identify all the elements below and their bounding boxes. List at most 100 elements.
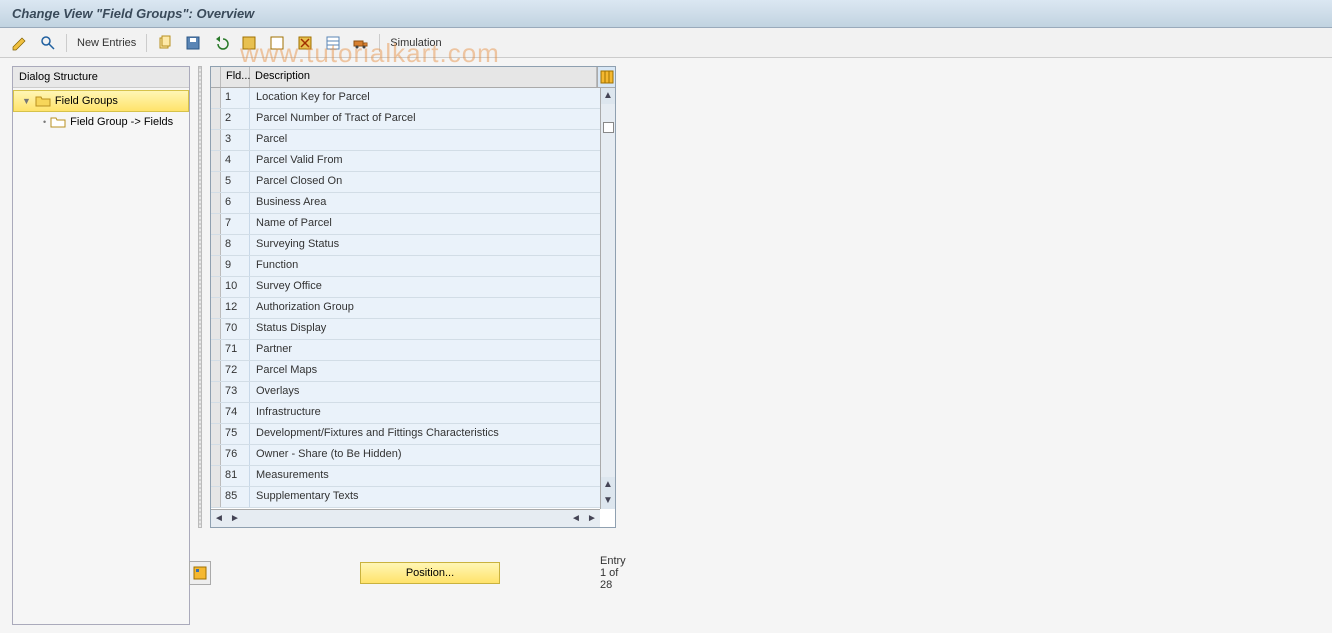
table-row[interactable]: 12Authorization Group: [211, 298, 615, 319]
row-selector[interactable]: [211, 298, 221, 318]
scroll-pageup-button[interactable]: ▲: [601, 477, 615, 493]
cell-desc[interactable]: Parcel Valid From: [250, 151, 615, 171]
cell-desc[interactable]: Development/Fixtures and Fittings Charac…: [250, 424, 615, 444]
row-selector[interactable]: [211, 88, 221, 108]
scroll-right2-button[interactable]: ►: [584, 513, 600, 524]
horizontal-scrollbar[interactable]: ◄ ► ◄ ►: [211, 509, 600, 527]
cell-desc[interactable]: Measurements: [250, 466, 615, 486]
cell-desc[interactable]: Location Key for Parcel: [250, 88, 615, 108]
scroll-down-button[interactable]: ▼: [601, 493, 615, 509]
row-selector[interactable]: [211, 277, 221, 297]
col-header-fld[interactable]: Fld...: [221, 67, 250, 87]
table-row[interactable]: 70Status Display: [211, 319, 615, 340]
table-row[interactable]: 1Location Key for Parcel: [211, 88, 615, 109]
cell-fld[interactable]: 75: [221, 424, 250, 444]
print-button[interactable]: [321, 33, 345, 53]
table-row[interactable]: 8Surveying Status: [211, 235, 615, 256]
row-selector[interactable]: [211, 487, 221, 507]
cell-fld[interactable]: 74: [221, 403, 250, 423]
cell-desc[interactable]: Authorization Group: [250, 298, 615, 318]
cell-fld[interactable]: 4: [221, 151, 250, 171]
table-row[interactable]: 73Overlays: [211, 382, 615, 403]
splitter[interactable]: [198, 66, 202, 528]
deselect-all-button[interactable]: [265, 33, 289, 53]
cell-fld[interactable]: 85: [221, 487, 250, 507]
scroll-right-button[interactable]: ◄: [568, 513, 584, 524]
cell-fld[interactable]: 1: [221, 88, 250, 108]
cell-desc[interactable]: Surveying Status: [250, 235, 615, 255]
tree-item-field-group-fields[interactable]: • Field Group -> Fields: [13, 112, 189, 132]
row-selector[interactable]: [211, 382, 221, 402]
row-selector[interactable]: [211, 340, 221, 360]
cell-fld[interactable]: 8: [221, 235, 250, 255]
cell-fld[interactable]: 10: [221, 277, 250, 297]
cell-fld[interactable]: 12: [221, 298, 250, 318]
cell-desc[interactable]: Name of Parcel: [250, 214, 615, 234]
cell-desc[interactable]: Parcel Maps: [250, 361, 615, 381]
delete-button[interactable]: [293, 33, 317, 53]
table-row[interactable]: 2Parcel Number of Tract of Parcel: [211, 109, 615, 130]
table-row[interactable]: 71Partner: [211, 340, 615, 361]
cell-desc[interactable]: Parcel Number of Tract of Parcel: [250, 109, 615, 129]
row-selector[interactable]: [211, 109, 221, 129]
cell-fld[interactable]: 6: [221, 193, 250, 213]
table-row[interactable]: 75Development/Fixtures and Fittings Char…: [211, 424, 615, 445]
row-selector[interactable]: [211, 235, 221, 255]
table-row[interactable]: 7Name of Parcel: [211, 214, 615, 235]
row-selector[interactable]: [211, 256, 221, 276]
vertical-scrollbar[interactable]: ▲ ▲ ▼: [600, 88, 615, 509]
find-button[interactable]: [36, 33, 60, 53]
undo-button[interactable]: [181, 33, 205, 53]
cell-fld[interactable]: 2: [221, 109, 250, 129]
table-row[interactable]: 3Parcel: [211, 130, 615, 151]
table-row[interactable]: 9Function: [211, 256, 615, 277]
cell-desc[interactable]: Infrastructure: [250, 403, 615, 423]
cell-desc[interactable]: Overlays: [250, 382, 615, 402]
cell-desc[interactable]: Owner - Share (to Be Hidden): [250, 445, 615, 465]
cell-desc[interactable]: Status Display: [250, 319, 615, 339]
row-selector[interactable]: [211, 172, 221, 192]
row-selector[interactable]: [211, 403, 221, 423]
cell-fld[interactable]: 9: [221, 256, 250, 276]
scroll-left2-button[interactable]: ►: [227, 513, 243, 524]
cell-fld[interactable]: 81: [221, 466, 250, 486]
row-selector[interactable]: [211, 466, 221, 486]
table-row[interactable]: 6Business Area: [211, 193, 615, 214]
copy-button[interactable]: [153, 33, 177, 53]
row-selector[interactable]: [211, 151, 221, 171]
configure-columns-button[interactable]: [597, 67, 615, 87]
cell-desc[interactable]: Survey Office: [250, 277, 615, 297]
cell-fld[interactable]: 70: [221, 319, 250, 339]
table-row[interactable]: 4Parcel Valid From: [211, 151, 615, 172]
col-header-desc[interactable]: Description: [250, 67, 597, 87]
toggle-edit-button[interactable]: [8, 33, 32, 53]
row-selector[interactable]: [211, 424, 221, 444]
table-row[interactable]: 81Measurements: [211, 466, 615, 487]
cell-desc[interactable]: Function: [250, 256, 615, 276]
cell-fld[interactable]: 5: [221, 172, 250, 192]
cell-fld[interactable]: 71: [221, 340, 250, 360]
table-row[interactable]: 10Survey Office: [211, 277, 615, 298]
cell-fld[interactable]: 3: [221, 130, 250, 150]
cell-desc[interactable]: Business Area: [250, 193, 615, 213]
transport-button[interactable]: [349, 33, 373, 53]
new-entries-button[interactable]: New Entries: [73, 35, 140, 51]
row-selector[interactable]: [211, 445, 221, 465]
cell-desc[interactable]: Parcel Closed On: [250, 172, 615, 192]
table-row[interactable]: 72Parcel Maps: [211, 361, 615, 382]
cell-desc[interactable]: Supplementary Texts: [250, 487, 615, 507]
row-selector[interactable]: [211, 214, 221, 234]
cell-fld[interactable]: 7: [221, 214, 250, 234]
cell-desc[interactable]: Partner: [250, 340, 615, 360]
table-row[interactable]: 74Infrastructure: [211, 403, 615, 424]
tree-item-field-groups[interactable]: ▼ Field Groups: [13, 90, 189, 112]
row-selector[interactable]: [211, 193, 221, 213]
cell-fld[interactable]: 76: [221, 445, 250, 465]
row-selector[interactable]: [211, 361, 221, 381]
cell-fld[interactable]: 73: [221, 382, 250, 402]
cell-fld[interactable]: 72: [221, 361, 250, 381]
select-col-header[interactable]: [211, 67, 221, 87]
table-row[interactable]: 85Supplementary Texts: [211, 487, 615, 508]
select-all-button[interactable]: [237, 33, 261, 53]
simulation-button[interactable]: Simulation: [386, 35, 445, 51]
